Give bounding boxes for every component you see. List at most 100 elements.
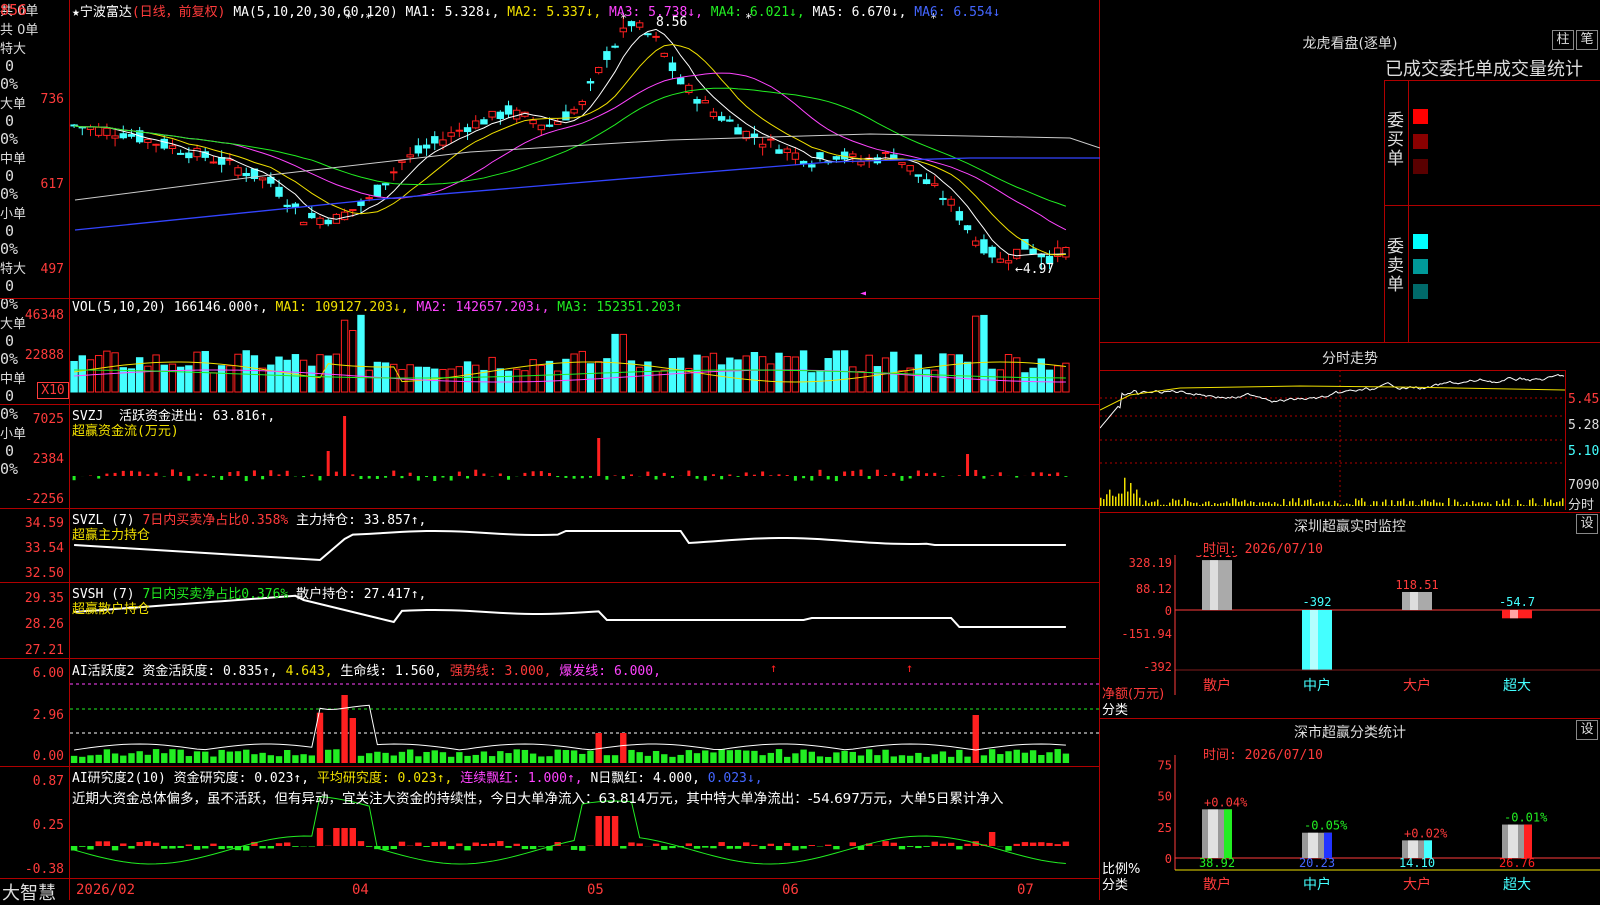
volume-bar — [768, 364, 774, 392]
volume-bar — [727, 358, 733, 392]
ai-active-bar — [661, 754, 667, 763]
ai-active-bar — [300, 754, 306, 763]
ai-research-axis-bottom: -0.38 — [0, 862, 64, 877]
ai-research-comment: 近期大资金总体偏多，虽不活跃，但有异动，宜关注大资金的持续性，今日大单净流入：6… — [72, 787, 1098, 807]
ai-research-bar — [464, 846, 470, 850]
ai-research-bar — [964, 844, 970, 846]
ai-active-bar — [341, 695, 347, 763]
svzl-line — [74, 531, 1066, 560]
intraday-vol-bar — [1241, 501, 1243, 506]
volume-bar — [858, 372, 864, 392]
ai-research-bar — [333, 828, 339, 846]
candle — [300, 222, 306, 225]
svzj-bar — [499, 473, 502, 476]
favorite-star-icon[interactable]: ★ — [72, 5, 80, 20]
ai-active-bar — [891, 756, 897, 763]
ai-active-bar — [751, 751, 757, 763]
candle — [932, 176, 938, 188]
intraday-vol-bar — [1442, 503, 1444, 506]
volume-bar — [825, 359, 831, 392]
ai-research-bar — [317, 828, 323, 846]
intraday-vol-bar — [1391, 500, 1393, 506]
class-value-label: 20.23 — [1299, 856, 1335, 870]
candle — [710, 108, 716, 119]
ai-research-bar — [710, 846, 716, 848]
ai-research-bar — [825, 845, 831, 846]
sz-class-settings-button[interactable]: 设 — [1576, 720, 1598, 740]
svzj-bar — [1064, 476, 1067, 477]
ai-active-bar — [817, 756, 823, 763]
ai-active-bar — [915, 753, 921, 763]
svzj-bar — [187, 476, 190, 481]
ai-research-bar — [1022, 842, 1028, 846]
intraday-vol-bar — [1529, 500, 1531, 506]
candle — [727, 116, 733, 122]
svzj-bar — [269, 470, 272, 476]
ai-research-bar — [989, 832, 995, 846]
svzj-bar — [614, 475, 617, 476]
ai-active-bar — [505, 753, 511, 763]
intraday-vol-bar — [1103, 499, 1105, 506]
intraday-vol-bar — [1313, 504, 1315, 506]
svzj-bar — [73, 476, 76, 480]
intraday-vol-bar — [1454, 500, 1456, 506]
intraday-vol-bar — [1433, 500, 1435, 506]
svzj-bar — [237, 471, 240, 476]
candle — [145, 138, 151, 149]
volume-bar — [792, 357, 798, 392]
monitor-value-label: -392 — [1303, 595, 1332, 609]
intraday-vol-bar — [1238, 502, 1240, 506]
volume-bar — [718, 365, 724, 392]
candle — [505, 101, 511, 118]
ai-research-bar — [218, 846, 224, 849]
ma-label: MA(5,10,20,30,60,120) — [233, 5, 397, 20]
ai-research-t2: 平均研究度: 0.023↑, — [317, 771, 452, 786]
intraday-vol-bar — [1259, 502, 1261, 506]
candle — [907, 165, 913, 175]
ai-research-bar — [669, 846, 675, 848]
volume-bar — [448, 369, 454, 392]
class-value-label: 38.92 — [1199, 856, 1235, 870]
intraday-vol-bar — [1274, 502, 1276, 506]
intraday-vol-bar — [1385, 500, 1387, 506]
svsh-subtitle: 超赢散户持仓 — [72, 598, 150, 617]
candle — [259, 177, 265, 188]
intraday-vol-bar — [1208, 501, 1210, 506]
ai-research-bar — [161, 846, 167, 849]
intraday-vol-bar — [1346, 503, 1348, 506]
candle — [677, 74, 683, 84]
volume-bar — [784, 357, 790, 392]
buy_rows-row-count: 0 — [0, 112, 14, 130]
sell_rows-color-swatch — [1413, 259, 1428, 274]
svzj-bar — [761, 471, 764, 476]
vol-unit-badge: X10 — [37, 382, 69, 399]
candle — [743, 131, 749, 142]
lhb-bar-button[interactable]: 柱 — [1552, 30, 1574, 50]
intraday-vol-bar — [1319, 502, 1321, 506]
ai-research-bar — [120, 843, 126, 846]
ai-active-bar — [784, 757, 790, 763]
ai-active-bar — [522, 750, 528, 763]
sz-monitor-settings-button[interactable]: 设 — [1576, 514, 1598, 534]
ai-active-bar — [702, 750, 708, 763]
intraday-vol-bar — [1424, 499, 1426, 506]
sell_rows-row-count: 0 — [0, 277, 14, 295]
svzj-bar — [737, 476, 740, 477]
lhb-tick-button[interactable]: 笔 — [1576, 30, 1598, 50]
volume-bar — [333, 354, 339, 392]
monitor-value-label: 118.51 — [1395, 578, 1438, 592]
ai-active-bar — [833, 752, 839, 763]
intraday-chart[interactable] — [1100, 370, 1565, 510]
intraday-vol-bar — [1139, 498, 1141, 506]
sz-monitor-title: 深圳超赢实时监控 — [1100, 516, 1600, 536]
ai-active-bar — [120, 756, 126, 763]
candle — [899, 163, 905, 169]
intraday-vol-bar — [1418, 505, 1420, 506]
kline-chart[interactable]: *****◄↑↑ — [70, 0, 1100, 900]
period-label[interactable]: (日线，前复权) — [132, 5, 226, 20]
intraday-vol-bar — [1400, 501, 1402, 506]
svzj-bar — [786, 475, 789, 476]
ai-research-bar — [940, 844, 946, 846]
svzj-bar — [802, 476, 805, 478]
price-axis-736: 736 — [0, 92, 64, 107]
